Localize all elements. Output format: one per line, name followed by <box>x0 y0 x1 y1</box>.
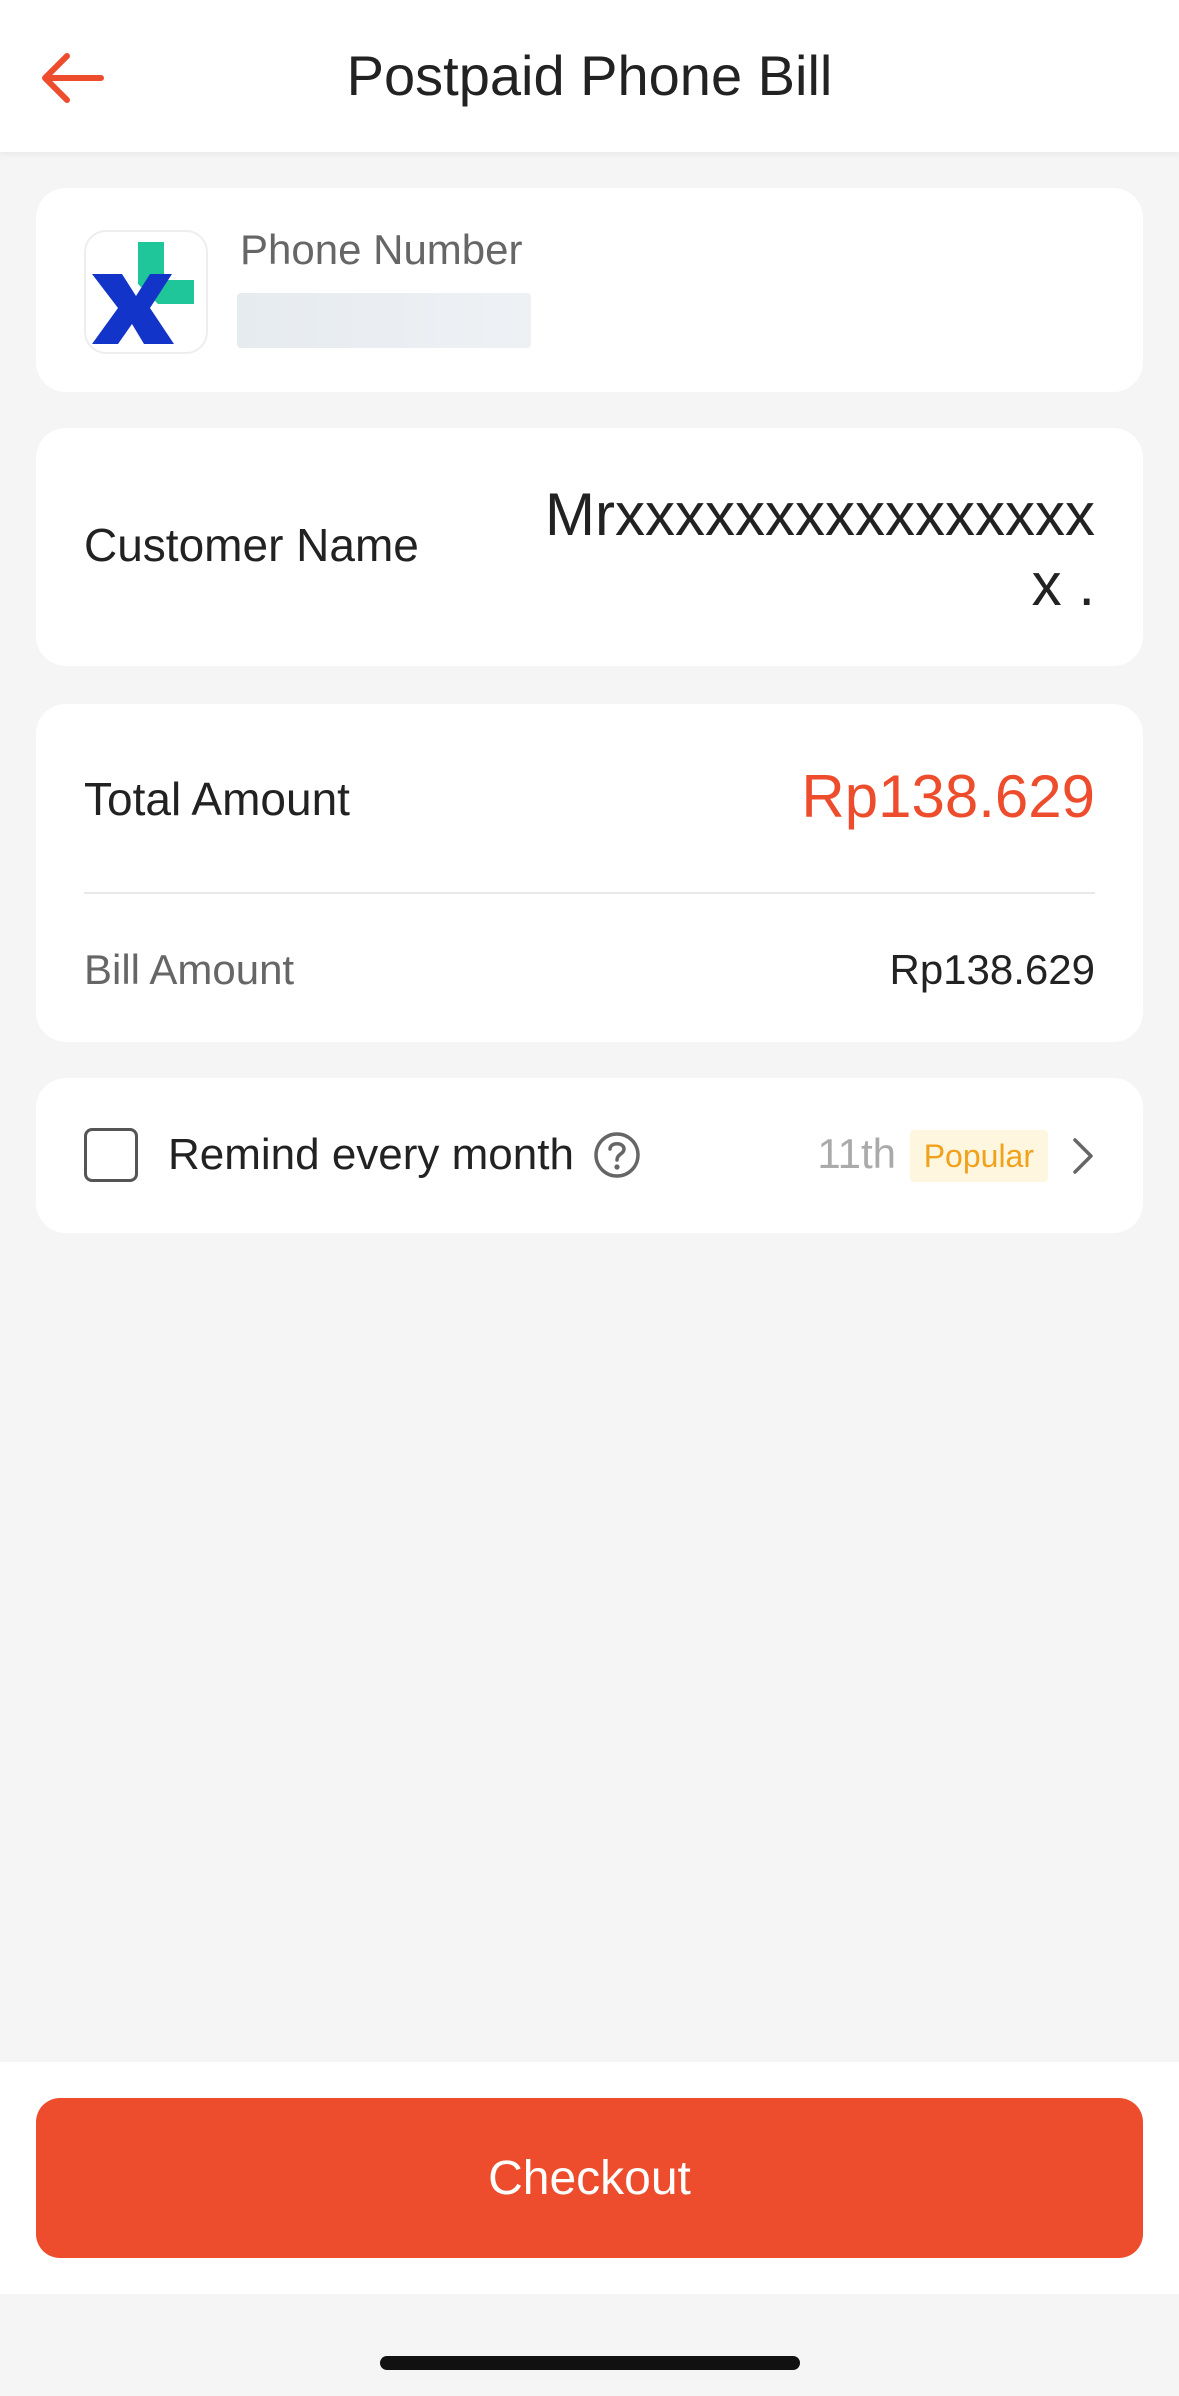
footer-bar: Checkout <box>0 2062 1179 2294</box>
customer-name-label: Customer Name <box>84 519 419 571</box>
xl-logo <box>84 230 208 354</box>
bill-amount-value: Rp138.629 <box>889 946 1095 993</box>
total-amount-value: Rp138.629 <box>801 763 1095 830</box>
popular-badge: Popular <box>909 1130 1048 1182</box>
remind-checkbox[interactable] <box>84 1128 138 1182</box>
customer-card: Customer Name Mrxxxxxxxxxxxxxxxxx . <box>36 428 1143 666</box>
remind-label: Remind every month <box>168 1130 574 1179</box>
home-indicator <box>380 2356 800 2370</box>
checkout-button[interactable]: Checkout <box>36 2098 1143 2258</box>
divider <box>84 892 1095 894</box>
amount-card: Total Amount Rp138.629 Bill Amount Rp138… <box>36 704 1143 1042</box>
page-title: Postpaid Phone Bill <box>346 44 833 107</box>
phone-number-label: Phone Number <box>240 226 523 273</box>
phone-number-value-redacted <box>237 293 531 348</box>
phone-number-card[interactable]: Phone Number <box>36 188 1143 392</box>
remind-day-value[interactable]: 11th <box>817 1130 896 1178</box>
question-circle-icon[interactable] <box>592 1130 642 1180</box>
chevron-right-icon[interactable] <box>1063 1132 1103 1180</box>
total-amount-label: Total Amount <box>84 773 350 825</box>
customer-name-value: Mrxxxxxxxxxxxxxxxxx . <box>545 481 1095 618</box>
bill-amount-label: Bill Amount <box>84 946 295 993</box>
remind-card: Remind every month 11th Popular <box>36 1078 1143 1233</box>
app-header: Postpaid Phone Bill <box>0 0 1179 152</box>
